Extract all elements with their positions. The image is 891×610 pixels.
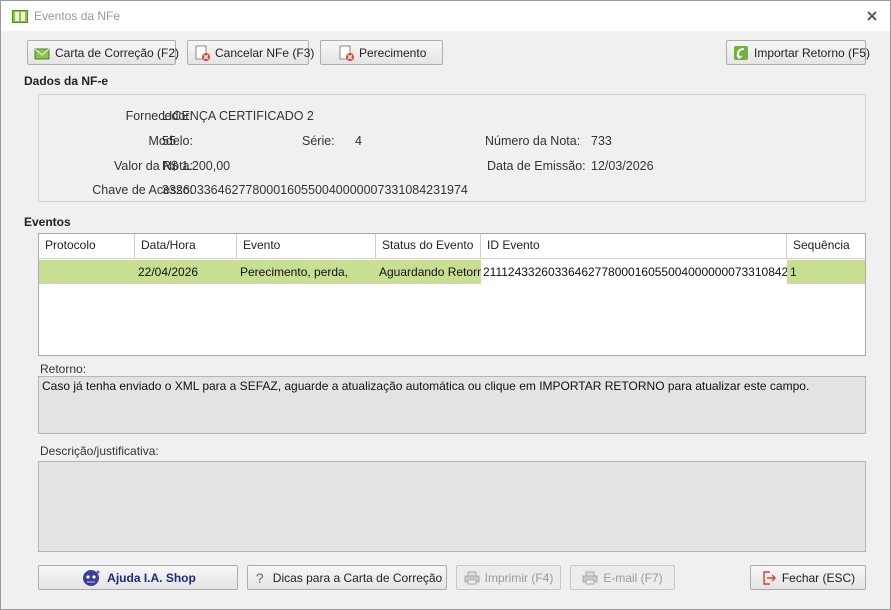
perecimento-label: Perecimento (359, 45, 427, 60)
cell-evento: Perecimento, perda, (237, 260, 376, 284)
carta-correcao-label: Carta de Correção (F2) (55, 45, 180, 60)
carta-correcao-button[interactable]: Carta de Correção (F2) (27, 40, 180, 65)
eventos-table[interactable]: Protocolo Data/Hora Evento Status do Eve… (38, 233, 866, 356)
printer-icon (582, 571, 598, 584)
imprimir-button[interactable]: Imprimir (F4) (456, 565, 561, 590)
imprimir-label: Imprimir (F4) (484, 570, 554, 585)
cell-id-evento[interactable]: 2111243326033646277800016055004000000073… (481, 260, 787, 284)
envelope-green-icon (34, 48, 50, 59)
title-bar: Eventos da NFe (1, 1, 890, 31)
email-button[interactable]: E-mail (F7) (570, 565, 675, 590)
fornecedor-value: LICENÇA CERTIFICADO 2 (162, 109, 314, 123)
table-row[interactable]: 22/04/2026 Perecimento, perda, Aguardand… (39, 260, 865, 284)
import-green-icon (734, 45, 748, 60)
eventos-heading: Eventos (24, 215, 71, 229)
dados-nfe-panel: Fornecedor: LICENÇA CERTIFICADO 2 Modelo… (38, 94, 866, 202)
cell-sequencia: 1 (787, 260, 865, 284)
question-mark-icon: ? (255, 569, 264, 586)
dicas-label: Dicas para a Carta de Correção (272, 570, 443, 585)
numero-nota-value: 733 (591, 134, 612, 148)
window-title: Eventos da NFe (34, 9, 121, 23)
close-icon[interactable] (864, 8, 880, 24)
importar-retorno-label: Importar Retorno (F5) (754, 45, 871, 60)
robot-logo-icon (83, 569, 100, 586)
descricao-label: Descrição/justificativa: (40, 444, 159, 458)
table-header: Protocolo Data/Hora Evento Status do Eve… (39, 234, 865, 259)
dicas-carta-correcao-button[interactable]: ? Dicas para a Carta de Correção (247, 565, 447, 590)
document-cancel-icon (195, 45, 210, 61)
cancelar-nfe-button[interactable]: Cancelar NFe (F3) (187, 40, 314, 65)
cell-data-hora: 22/04/2026 (135, 260, 237, 284)
column-header-id-evento[interactable]: ID Evento (481, 234, 787, 259)
column-header-status[interactable]: Status do Evento (376, 234, 481, 259)
dados-nfe-heading: Dados da NF-e (24, 74, 109, 88)
ajuda-ia-shop-button[interactable]: Ajuda I.A. Shop (38, 565, 238, 590)
importar-retorno-button[interactable]: Importar Retorno (F5) (726, 40, 870, 65)
retorno-textarea[interactable]: Caso já tenha enviado o XML para a SEFAZ… (38, 376, 866, 434)
serie-label: Série: (302, 134, 335, 148)
cancelar-nfe-label: Cancelar NFe (F3) (215, 45, 315, 60)
exit-door-icon (763, 570, 776, 585)
email-label: E-mail (F7) (603, 570, 663, 585)
data-emissao-label: Data de Emissão: (487, 159, 586, 173)
fechar-label: Fechar (ESC) (781, 570, 856, 585)
serie-value: 4 (355, 134, 362, 148)
document-cancel-icon (339, 45, 354, 61)
valor-nota-value: R$ 1.200,00 (162, 159, 231, 173)
perecimento-button[interactable]: Perecimento (320, 40, 443, 65)
column-header-evento[interactable]: Evento (237, 234, 376, 259)
cell-status: Aguardando Retorno (376, 260, 481, 284)
retorno-label: Retorno: (40, 362, 87, 376)
book-icon (12, 10, 28, 23)
eventos-nfe-window: Eventos da NFe Carta de Correção (F2) Ca… (0, 0, 891, 610)
column-header-data-hora[interactable]: Data/Hora (135, 234, 237, 259)
numero-nota-label: Número da Nota: (485, 134, 581, 148)
column-header-protocolo[interactable]: Protocolo (39, 234, 135, 259)
chave-acesso-value: 3326033646277800016055004000000733108423… (162, 183, 468, 197)
column-header-sequencia[interactable]: Sequência (787, 234, 865, 259)
data-emissao-value: 12/03/2026 (591, 159, 654, 173)
fechar-button[interactable]: Fechar (ESC) (750, 565, 866, 590)
descricao-textarea[interactable] (38, 461, 866, 552)
modelo-value: 55 (162, 134, 176, 148)
printer-icon (464, 571, 480, 584)
cell-protocolo (39, 260, 135, 284)
ajuda-ia-shop-label: Ajuda I.A. Shop (107, 570, 196, 585)
